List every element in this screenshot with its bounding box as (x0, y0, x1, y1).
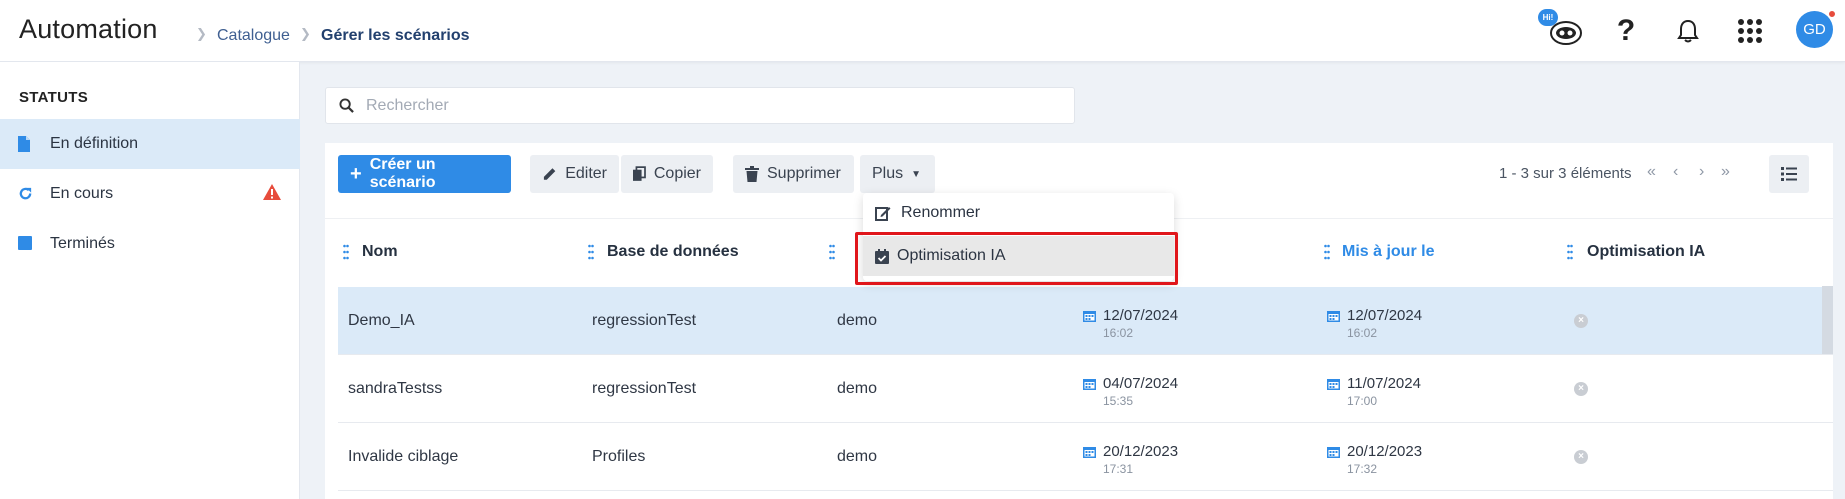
calendar-icon (1327, 311, 1340, 322)
table-row[interactable]: Demo_IA regressionTest demo 12/07/2024 1… (338, 287, 1833, 355)
sidebar-item-en-cours[interactable]: En cours (0, 169, 300, 219)
delete-button[interactable]: Supprimer (733, 155, 854, 193)
calendar-check-icon (875, 248, 889, 264)
table-row[interactable]: Invalide ciblage Profiles demo 20/12/202… (338, 423, 1833, 491)
pagination-info: 1 - 3 sur 3 éléments (1499, 165, 1632, 182)
search-icon (339, 98, 354, 118)
list-icon (1781, 167, 1797, 181)
date-value: 12/07/2024 (1103, 307, 1179, 324)
sidebar: STATUTS En définition En cours Terminés (0, 62, 300, 499)
drag-handle-icon[interactable] (1567, 244, 1573, 260)
app-title: Automation (19, 14, 158, 44)
time-value: 16:02 (1347, 326, 1378, 340)
edit-button[interactable]: Editer (530, 155, 619, 193)
search-box (325, 87, 1075, 124)
warning-icon (263, 183, 281, 205)
calendar-icon (1327, 447, 1340, 458)
column-header-nom[interactable]: Nom (362, 243, 398, 261)
table-row[interactable]: sandraTestss regressionTest demo 04/07/2… (338, 355, 1833, 423)
drag-handle-icon[interactable] (588, 244, 594, 260)
top-header: Automation ❯ Catalogue ❯ Gérer les scéna… (0, 0, 1845, 62)
cell-name: sandraTestss (348, 380, 443, 397)
more-button[interactable]: Plus ▼ (860, 155, 935, 193)
next-page-icon[interactable]: › (1699, 163, 1704, 181)
copy-label: Copier (653, 165, 701, 182)
copy-icon (633, 166, 646, 181)
disabled-x-icon: × (1574, 450, 1588, 464)
drag-handle-icon[interactable] (829, 244, 835, 260)
plus-icon: + (350, 163, 362, 185)
prev-page-icon[interactable]: ‹ (1673, 163, 1678, 181)
copy-button[interactable]: Copier (621, 155, 713, 193)
drag-handle-icon[interactable] (343, 244, 349, 260)
calendar-icon (1083, 379, 1096, 390)
date-value: 04/07/2024 (1103, 375, 1179, 392)
first-page-icon[interactable]: « (1647, 163, 1656, 181)
menu-item-optimisation-ia[interactable]: Optimisation IA (863, 236, 1174, 276)
date-value: 11/07/2024 (1347, 375, 1421, 392)
drag-handle-icon[interactable] (1324, 244, 1330, 260)
edit-square-icon (875, 207, 891, 221)
time-value: 17:31 (1103, 462, 1134, 476)
calendar-icon (1083, 311, 1096, 322)
date-value: 20/12/2023 (1347, 443, 1423, 460)
sidebar-item-termines[interactable]: Terminés (0, 219, 300, 269)
avatar[interactable]: GD (1796, 11, 1833, 48)
scrollbar[interactable] (1822, 286, 1833, 354)
caret-down-icon: ▼ (911, 168, 922, 180)
trash-icon (745, 166, 759, 182)
time-value: 17:32 (1347, 462, 1378, 476)
sidebar-title: STATUTS (19, 89, 89, 106)
calendar-icon (1083, 447, 1096, 458)
more-label: Plus (872, 165, 904, 182)
column-header-optimisation-ia[interactable]: Optimisation IA (1587, 243, 1705, 261)
cell-name: Demo_IA (348, 312, 415, 329)
sidebar-item-label: En définition (50, 135, 139, 152)
breadcrumb-catalogue[interactable]: Catalogue (217, 27, 290, 45)
cell-database: regressionTest (592, 380, 697, 397)
chevron-right-icon: ❯ (196, 26, 207, 41)
hi-badge: Hi! (1538, 9, 1558, 26)
square-icon (18, 236, 32, 252)
more-dropdown-menu: Renommer Optimisation IA (863, 193, 1174, 281)
sidebar-item-en-definition[interactable]: En définition (0, 119, 300, 169)
last-page-icon[interactable]: » (1721, 163, 1730, 181)
date-value: 12/07/2024 (1347, 307, 1423, 324)
chevron-right-icon: ❯ (300, 26, 311, 41)
cell-database: regressionTest (592, 312, 697, 329)
column-header-base-de-donnees[interactable]: Base de données (607, 243, 739, 261)
time-value: 17:00 (1347, 394, 1378, 408)
bell-icon[interactable] (1669, 12, 1707, 50)
cell-owner: demo (837, 380, 878, 397)
column-header-mis-a-jour[interactable]: Mis à jour le (1342, 243, 1434, 261)
edit-label: Editer (565, 165, 607, 182)
date-value: 20/12/2023 (1103, 443, 1179, 460)
create-scenario-label: Créer un scénario (369, 156, 436, 191)
refresh-icon (18, 186, 32, 202)
calendar-icon (1327, 379, 1340, 390)
file-icon (18, 136, 32, 152)
delete-label: Supprimer (767, 165, 841, 182)
cell-name: Invalide ciblage (348, 448, 459, 465)
menu-item-label: Renommer (901, 204, 981, 221)
cell-owner: demo (837, 448, 878, 465)
disabled-x-icon: × (1574, 314, 1588, 328)
create-scenario-button[interactable]: + Créer un scénario (338, 155, 511, 193)
sidebar-item-label: Terminés (50, 235, 115, 252)
time-value: 15:35 (1103, 394, 1134, 408)
help-icon[interactable]: ? (1607, 12, 1645, 50)
menu-item-label: Optimisation IA (897, 247, 1006, 264)
notification-dot (1828, 10, 1836, 18)
menu-item-renommer[interactable]: Renommer (863, 193, 1174, 233)
cell-owner: demo (837, 312, 878, 329)
cell-database: Profiles (592, 448, 646, 465)
list-view-button[interactable] (1769, 155, 1809, 193)
apps-grid-icon[interactable] (1731, 12, 1769, 50)
sidebar-item-label: En cours (50, 185, 114, 202)
time-value: 16:02 (1103, 326, 1134, 340)
disabled-x-icon: × (1574, 382, 1588, 396)
search-input[interactable] (366, 88, 1066, 123)
pencil-icon (543, 168, 556, 180)
breadcrumb-current: Gérer les scénarios (321, 27, 470, 44)
